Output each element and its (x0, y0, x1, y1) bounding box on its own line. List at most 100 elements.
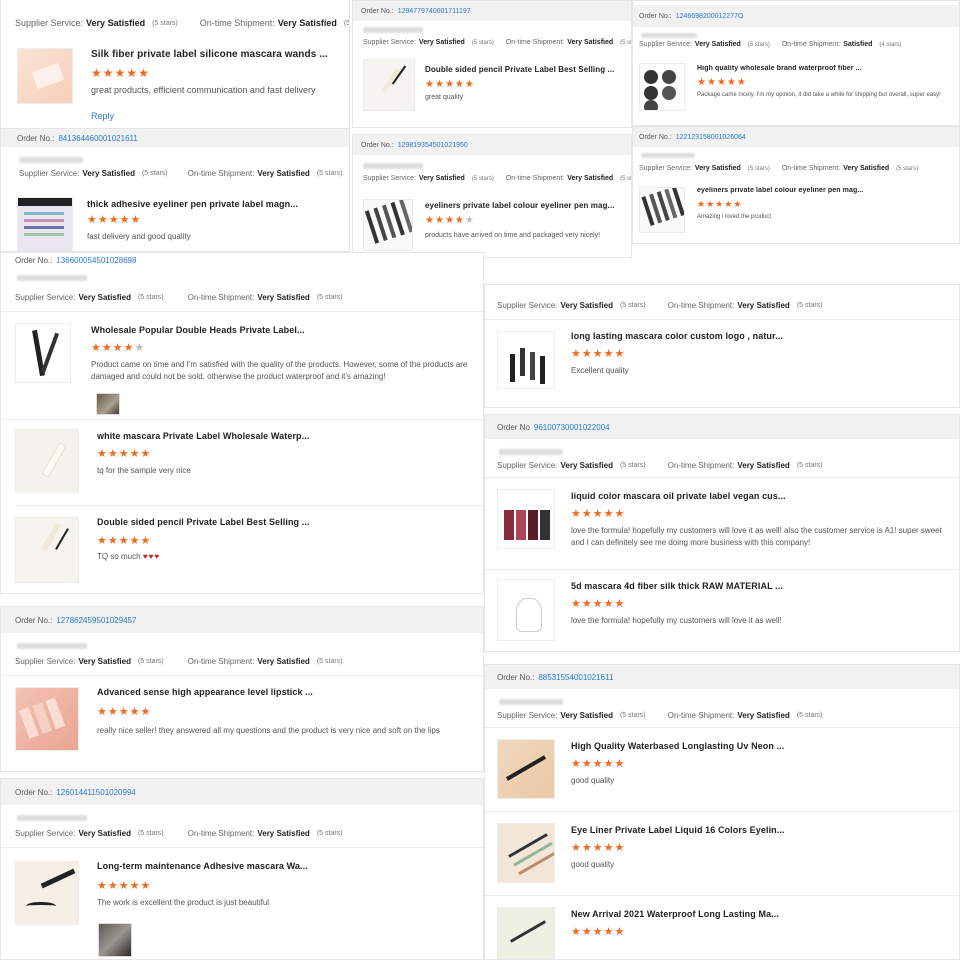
product-thumbnail[interactable] (497, 907, 555, 959)
product-title[interactable]: eyeliners private label colour eyeliner … (697, 187, 947, 194)
product-title[interactable]: Double sided pencil Private Label Best S… (97, 517, 467, 527)
review-photo[interactable] (98, 923, 132, 957)
review-comment: Amazing i loved the product (697, 214, 772, 220)
star-filled-icon: ★ (592, 758, 604, 770)
product-thumbnail[interactable] (497, 823, 555, 883)
star-filled-icon: ★ (434, 79, 445, 90)
product-title[interactable]: white mascara Private Label Wholesale Wa… (97, 431, 467, 441)
star-filled-icon: ★ (129, 706, 141, 718)
list-item: eyeliners private label colour eyeliner … (353, 191, 631, 255)
product-title[interactable]: High quality wholesale brand waterproof … (697, 65, 947, 72)
product-title[interactable]: 5d mascara 4d fiber silk thick RAW MATER… (571, 581, 951, 591)
product-thumbnail[interactable] (15, 861, 79, 925)
list-item: Silk fiber private label silicone mascar… (1, 40, 349, 129)
product-title[interactable]: Advanced sense high appearance level lip… (97, 687, 467, 697)
order-no-link[interactable]: 1246698200012277O (676, 13, 744, 20)
product-title[interactable]: liquid color mascara oil private label v… (571, 491, 951, 501)
product-thumbnail[interactable] (497, 579, 555, 641)
product-thumbnail[interactable] (639, 63, 685, 111)
product-title[interactable]: New Arrival 2021 Waterproof Long Lasting… (571, 909, 951, 919)
supplier-service-value: Very Satisfied (418, 175, 465, 182)
review-card-a: Supplier Service: Very Satisfied (5 star… (0, 0, 350, 130)
order-no-link[interactable]: 129819354501021950 (398, 142, 468, 149)
order-no-link[interactable]: 122123158001026064 (676, 134, 746, 141)
star-rating: ★★★★★ (87, 213, 141, 226)
product-thumbnail[interactable] (17, 197, 73, 251)
order-bar: Order No.: 88531554001021611 (485, 665, 959, 689)
product-title[interactable]: long lasting mascara color custom logo ,… (571, 331, 951, 341)
review-photo[interactable] (96, 393, 120, 415)
product-thumbnail[interactable] (363, 199, 413, 251)
order-no-label: Order No.: (15, 255, 53, 265)
shipment-value: Very Satisfied (257, 829, 310, 838)
review-comment: tq for the sample very nice (97, 466, 191, 475)
order-no-link[interactable]: 841364460001021611 (58, 134, 138, 143)
supplier-service-stars: (5 stars) (619, 462, 646, 469)
review-card-c: Order No.: 1246698200012277O Supplier Se… (632, 0, 960, 126)
star-rating: ★★★★★ (91, 66, 150, 80)
service-ratings: Supplier Service: Very Satisfied (5 star… (497, 461, 823, 470)
supplier-service-label: Supplier Service: (15, 18, 84, 28)
order-no-link[interactable]: 126014411501020994 (56, 788, 136, 797)
shipment-stars: (5 stars) (796, 462, 823, 469)
product-title[interactable]: Eye Liner Private Label Liquid 16 Colors… (571, 825, 951, 835)
supplier-service-stars: (5 stars) (747, 165, 770, 172)
list-item: eyeliners private label colour eyeliner … (633, 179, 959, 243)
star-filled-icon: ★ (444, 79, 455, 90)
product-title[interactable]: Long-term maintenance Adhesive mascara W… (97, 861, 467, 871)
star-rating: ★★★★★ (97, 705, 151, 718)
product-thumbnail[interactable] (15, 517, 79, 583)
shipment-stars: (5 stars) (896, 165, 919, 172)
star-rating: ★★★★★ (571, 347, 625, 360)
service-ratings: Supplier Service: Very Satisfied (5 star… (19, 169, 343, 178)
product-thumbnail[interactable] (15, 323, 71, 383)
star-filled-icon: ★ (724, 199, 734, 209)
product-title[interactable]: eyeliners private label colour eyeliner … (425, 201, 625, 210)
shipment-value: Very Satisfied (737, 461, 790, 470)
product-thumbnail[interactable] (17, 48, 73, 104)
star-filled-icon: ★ (581, 348, 593, 360)
shipment-stars: (4 stars) (879, 41, 902, 48)
review-comment: good quality (571, 776, 615, 785)
product-title[interactable]: thick adhesive eyeliner pen private labe… (87, 199, 337, 209)
star-filled-icon: ★ (114, 66, 127, 80)
review-card-e: Order No.: 129819354501021950 Supplier S… (352, 134, 632, 258)
product-thumbnail[interactable] (363, 59, 415, 111)
reply-link[interactable]: Reply (91, 111, 114, 121)
shipment-stars: (5 stars) (796, 712, 823, 719)
product-thumbnail[interactable] (497, 331, 555, 389)
review-comment: love the formula! hopefully my customers… (571, 526, 942, 547)
product-title[interactable]: High Quality Waterbased Longlasting Uv N… (571, 741, 951, 751)
star-filled-icon: ★ (592, 508, 604, 520)
product-title[interactable]: Double sided pencil Private Label Best S… (425, 65, 625, 74)
product-title[interactable]: Silk fiber private label silicone mascar… (91, 49, 341, 60)
star-filled-icon: ★ (603, 926, 615, 938)
shipment-value: Very Satisfied (257, 293, 310, 302)
star-filled-icon: ★ (571, 598, 582, 610)
supplier-service-value: Very Satisfied (78, 293, 131, 302)
order-no-label: Order No.: (361, 7, 394, 15)
star-rating: ★★★★★ (571, 841, 625, 854)
order-no-link[interactable]: 127862459501029457 (56, 616, 136, 625)
order-no-label: Order No (497, 422, 530, 432)
product-thumbnail[interactable] (497, 739, 555, 799)
service-ratings: Supplier Service: Very Satisfied (5 star… (497, 301, 823, 310)
list-item: long lasting mascara color custom logo ,… (485, 321, 959, 407)
order-no-link[interactable]: 1294779740001711197 (398, 8, 471, 15)
order-no-link[interactable]: 136600054501028698 (56, 256, 136, 265)
star-filled-icon: ★ (614, 348, 626, 360)
star-rating: ★★★★★ (571, 925, 625, 938)
product-thumbnail[interactable] (497, 489, 555, 549)
order-no-link[interactable]: 96100730001022004 (534, 423, 610, 432)
product-title[interactable]: Wholesale Popular Double Heads Private L… (91, 325, 471, 335)
product-thumbnail[interactable] (15, 429, 79, 493)
star-filled-icon: ★ (715, 199, 725, 209)
shipment-label: On-time Shipment: (667, 711, 735, 720)
star-filled-icon: ★ (603, 508, 615, 520)
star-filled-icon: ★ (102, 66, 115, 80)
product-thumbnail[interactable] (639, 187, 685, 233)
shipment-value: Very Satisfied (737, 711, 790, 720)
order-no-link[interactable]: 88531554001021611 (538, 673, 613, 682)
review-comment: love the formula! hopefully my customers… (571, 616, 782, 625)
product-thumbnail[interactable] (15, 687, 79, 751)
